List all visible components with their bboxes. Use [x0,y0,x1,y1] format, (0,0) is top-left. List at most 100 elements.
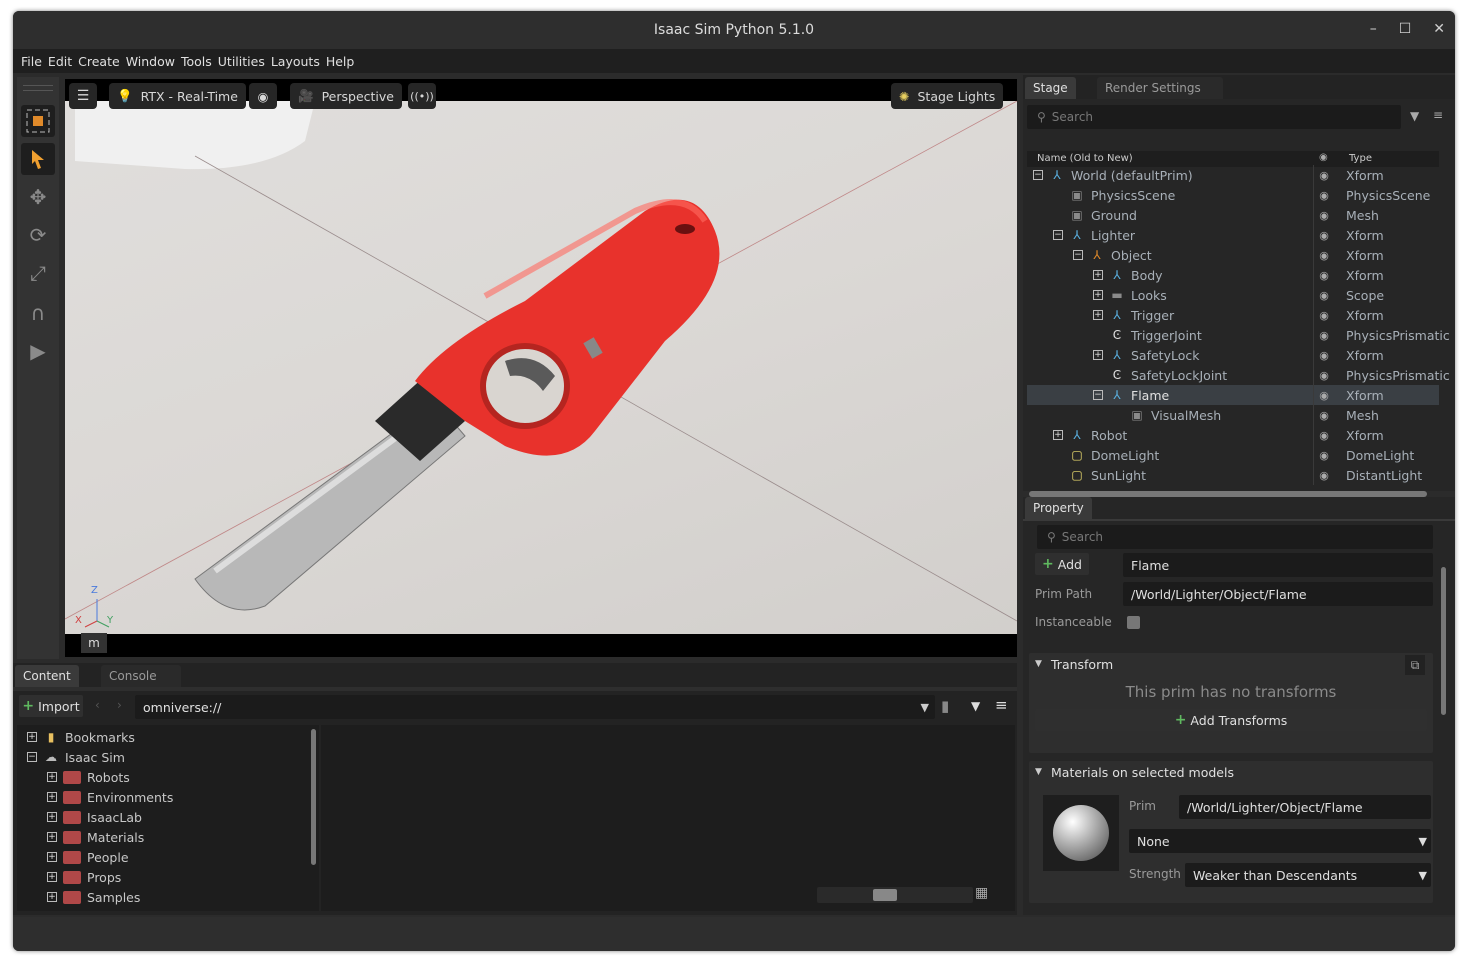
stage-row[interactable]: ▣ Ground ◉ Mesh [1027,205,1439,225]
grid-view-icon[interactable]: ▦ [975,885,988,901]
expand-icon[interactable]: + [47,852,57,862]
menu-file[interactable]: File [21,54,42,69]
prim-path-field[interactable]: /World/Lighter/Object/Flame [1123,582,1433,606]
visibility-eye-icon[interactable]: ◉ [1317,269,1331,282]
visibility-eye-icon[interactable]: ◉ [1317,429,1331,442]
play-icon[interactable]: ▶ [21,335,55,367]
expand-icon[interactable]: + [1093,270,1103,280]
column-name-header[interactable]: Name (Old to New) [1037,153,1133,164]
collapse-icon[interactable]: − [27,752,37,762]
minimize-button[interactable]: – [1370,21,1377,37]
visibility-eye-icon[interactable]: ◉ [1317,189,1331,202]
visibility-eye-icon[interactable]: ◉ [1317,469,1331,482]
select-mode-icon[interactable] [21,105,55,137]
tab-property[interactable]: Property [1025,497,1092,519]
expand-icon[interactable]: + [47,832,57,842]
broadcast-button[interactable]: ((•)) [408,83,436,109]
column-type-header[interactable]: Type [1349,153,1372,164]
stage-row[interactable]: Ͼ SafetyLockJoint ◉ PhysicsPrismatic [1027,365,1450,385]
content-tree-item[interactable]: + IsaacLab [27,807,307,827]
visibility-eye-icon[interactable]: ◉ [1317,449,1331,462]
stage-row[interactable]: ▢ DomeLight ◉ DomeLight [1027,445,1439,465]
back-arrow-icon[interactable]: ‹ [95,698,100,712]
options-menu-icon[interactable]: ≡ [1433,108,1443,122]
slider-handle[interactable] [873,889,897,901]
stage-row[interactable]: − ⅄ Object ◉ Xform [1027,245,1439,265]
collapse-triangle-icon[interactable]: ▼ [1035,659,1042,669]
materials-header[interactable]: Materials on selected models [1051,765,1234,780]
camera-button[interactable]: 🎥 Perspective [290,83,402,109]
maximize-button[interactable]: ☐ [1399,21,1412,37]
visibility-eye-icon[interactable]: ◉ [1317,209,1331,222]
material-prim-field[interactable]: /World/Lighter/Object/Flame [1179,795,1431,819]
stage-row[interactable]: ▣ PhysicsScene ◉ PhysicsScene [1027,185,1439,205]
stage-row[interactable]: + ⅄ SafetyLock ◉ Xform [1027,345,1439,365]
collapse-icon[interactable]: − [1033,170,1043,180]
content-tree-item[interactable]: + Robots [27,767,307,787]
filter-icon[interactable]: ▼ [971,699,980,713]
stage-row[interactable]: + ▬ Looks ◉ Scope [1027,285,1439,305]
stage-row[interactable]: + ⅄ Body ◉ Xform [1027,265,1439,285]
visibility-eye-icon[interactable]: ◉ [1317,349,1331,362]
stage-row[interactable]: ▣ VisualMesh ◉ Mesh [1027,405,1439,425]
close-button[interactable]: ✕ [1433,21,1445,37]
expand-icon[interactable]: + [1053,430,1063,440]
content-tree-item[interactable]: + ▮ Bookmarks [27,727,307,747]
menu-layouts[interactable]: Layouts [271,54,320,69]
visibility-eye-icon[interactable]: ◉ [1317,309,1331,322]
add-transforms-button[interactable]: + Add Transforms [1035,709,1427,731]
stage-row[interactable]: Ͼ TriggerJoint ◉ PhysicsPrismatic [1027,325,1450,345]
tab-console[interactable]: Console [101,665,181,687]
collapse-icon[interactable]: − [1073,250,1083,260]
viewport-settings-button[interactable]: ☰ [69,83,97,109]
content-tree-item[interactable]: − ☁ Isaac Sim [27,747,307,767]
content-path-field[interactable]: omniverse:// ▼ [135,695,935,719]
prim-name-field[interactable]: Flame [1123,553,1433,577]
expand-icon[interactable]: + [1093,350,1103,360]
expand-icon[interactable]: + [47,892,57,902]
column-visibility-icon[interactable]: ◉ [1319,152,1328,163]
tab-stage[interactable]: Stage [1025,77,1076,99]
import-button[interactable]: + Import [19,695,83,717]
renderer-button[interactable]: 💡 RTX - Real-Time [109,83,246,109]
expand-icon[interactable]: + [47,792,57,802]
move-icon[interactable]: ✥ [21,181,55,213]
visibility-eye-icon[interactable]: ◉ [1317,289,1331,302]
rotate-icon[interactable]: ⟳ [21,219,55,251]
menu-tools[interactable]: Tools [181,54,212,69]
chevron-down-icon[interactable]: ▼ [921,701,929,714]
visibility-eye-icon[interactable]: ◉ [1317,389,1331,402]
instanceable-checkbox[interactable] [1127,616,1140,629]
expand-icon[interactable]: + [1093,290,1103,300]
visibility-eye-icon[interactable]: ◉ [1317,329,1331,342]
content-tree-scrollbar[interactable] [311,729,316,865]
transform-options-icon[interactable]: ⧉ [1405,655,1425,675]
options-menu-icon[interactable]: ≡ [995,696,1008,714]
bookmark-icon[interactable]: ▮ [941,697,949,715]
select-arrow-icon[interactable] [21,143,55,175]
forward-arrow-icon[interactable]: › [117,698,122,712]
snap-magnet-icon[interactable]: ∩ [21,297,55,329]
visibility-eye-icon[interactable]: ◉ [1317,409,1331,422]
stage-row[interactable]: + ⅄ Trigger ◉ Xform [1027,305,1439,325]
scale-icon[interactable]: ⤢ [21,257,55,289]
visibility-eye-icon[interactable]: ◉ [1317,229,1331,242]
expand-icon[interactable]: + [47,772,57,782]
collapse-icon[interactable]: − [1093,390,1103,400]
expand-icon[interactable]: + [1093,310,1103,320]
filter-icon[interactable]: ▼ [1410,109,1419,123]
menu-edit[interactable]: Edit [48,54,72,69]
transform-header[interactable]: Transform [1051,657,1113,672]
content-tree-item[interactable]: + Materials [27,827,307,847]
expand-icon[interactable]: + [47,812,57,822]
add-button[interactable]: + Add [1035,553,1089,575]
viewport[interactable]: Z X Y ☰ 💡 RTX - Real-Time ◉ 🎥 Perspectiv… [65,79,1017,657]
content-tree-item[interactable]: + Props [27,867,307,887]
stage-row[interactable]: ▢ SunLight ◉ DistantLight [1027,465,1439,485]
stage-row[interactable]: − ⅄ World (defaultPrim) ◉ Xform [1027,165,1439,185]
content-tree-item[interactable]: + Environments [27,787,307,807]
property-scrollbar[interactable] [1441,567,1446,715]
visibility-eye-icon[interactable]: ◉ [1317,369,1331,382]
collapse-icon[interactable]: − [1053,230,1063,240]
expand-icon[interactable]: + [47,872,57,882]
